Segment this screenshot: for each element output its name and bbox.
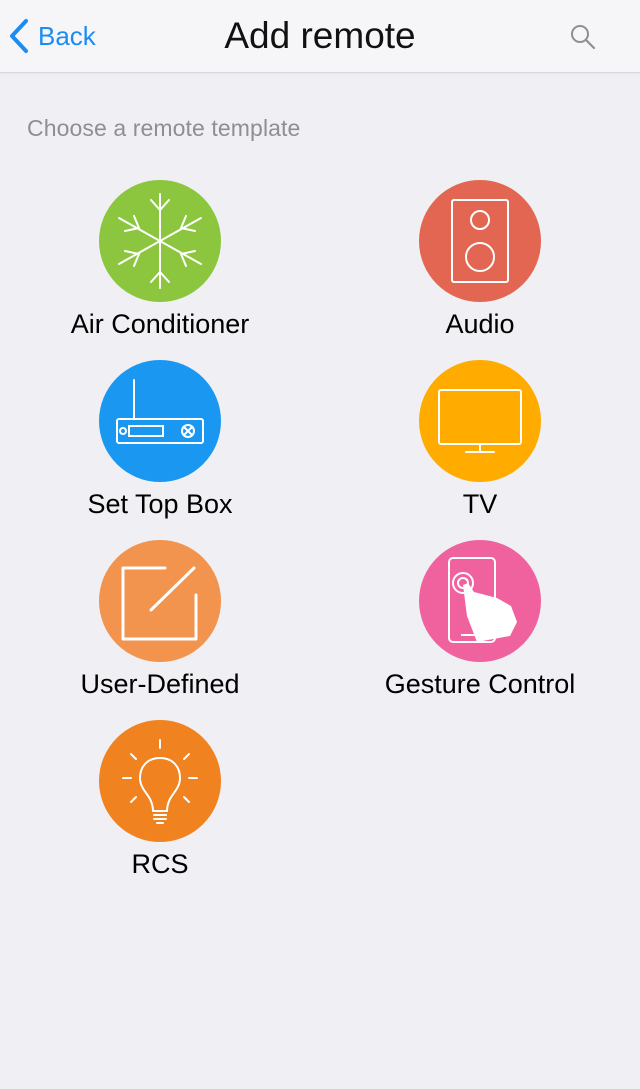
template-icon-circle [419, 540, 541, 662]
template-icon-circle [99, 540, 221, 662]
template-rcs[interactable]: RCS [0, 720, 320, 890]
page-title: Add remote [224, 15, 416, 56]
template-label: Gesture Control [384, 669, 576, 699]
light-bulb-icon [99, 720, 221, 842]
tv-icon [419, 360, 541, 482]
navigation-bar: Back Add remote [0, 0, 640, 73]
template-icon-circle [99, 720, 221, 842]
gesture-touch-icon [419, 540, 541, 662]
speaker-icon [419, 180, 541, 302]
section-subtitle: Choose a remote template [27, 115, 301, 141]
template-icon-circle [99, 180, 221, 302]
add-remote-screen: Back Add remote Choose a remote template [0, 0, 640, 1089]
template-label: Set Top Box [87, 489, 233, 519]
template-icon-circle [419, 180, 541, 302]
template-audio[interactable]: Audio [320, 180, 640, 350]
template-label: Audio [445, 309, 515, 339]
template-label: TV [462, 489, 498, 519]
template-icon-circle [419, 360, 541, 482]
search-icon [571, 25, 596, 50]
template-tv[interactable]: TV [320, 360, 640, 530]
edit-icon [99, 540, 221, 662]
template-label: Air Conditioner [70, 309, 250, 339]
template-user-defined[interactable]: User-Defined [0, 540, 320, 710]
search-button[interactable] [567, 21, 599, 53]
template-label: User-Defined [80, 669, 240, 699]
template-air-conditioner[interactable]: Air Conditioner [0, 180, 320, 350]
set-top-box-icon [99, 360, 221, 482]
template-set-top-box[interactable]: Set Top Box [0, 360, 320, 530]
template-label: RCS [131, 849, 189, 879]
template-icon-circle [99, 360, 221, 482]
template-gesture-control[interactable]: Gesture Control [320, 540, 640, 710]
snowflake-icon [99, 180, 221, 302]
